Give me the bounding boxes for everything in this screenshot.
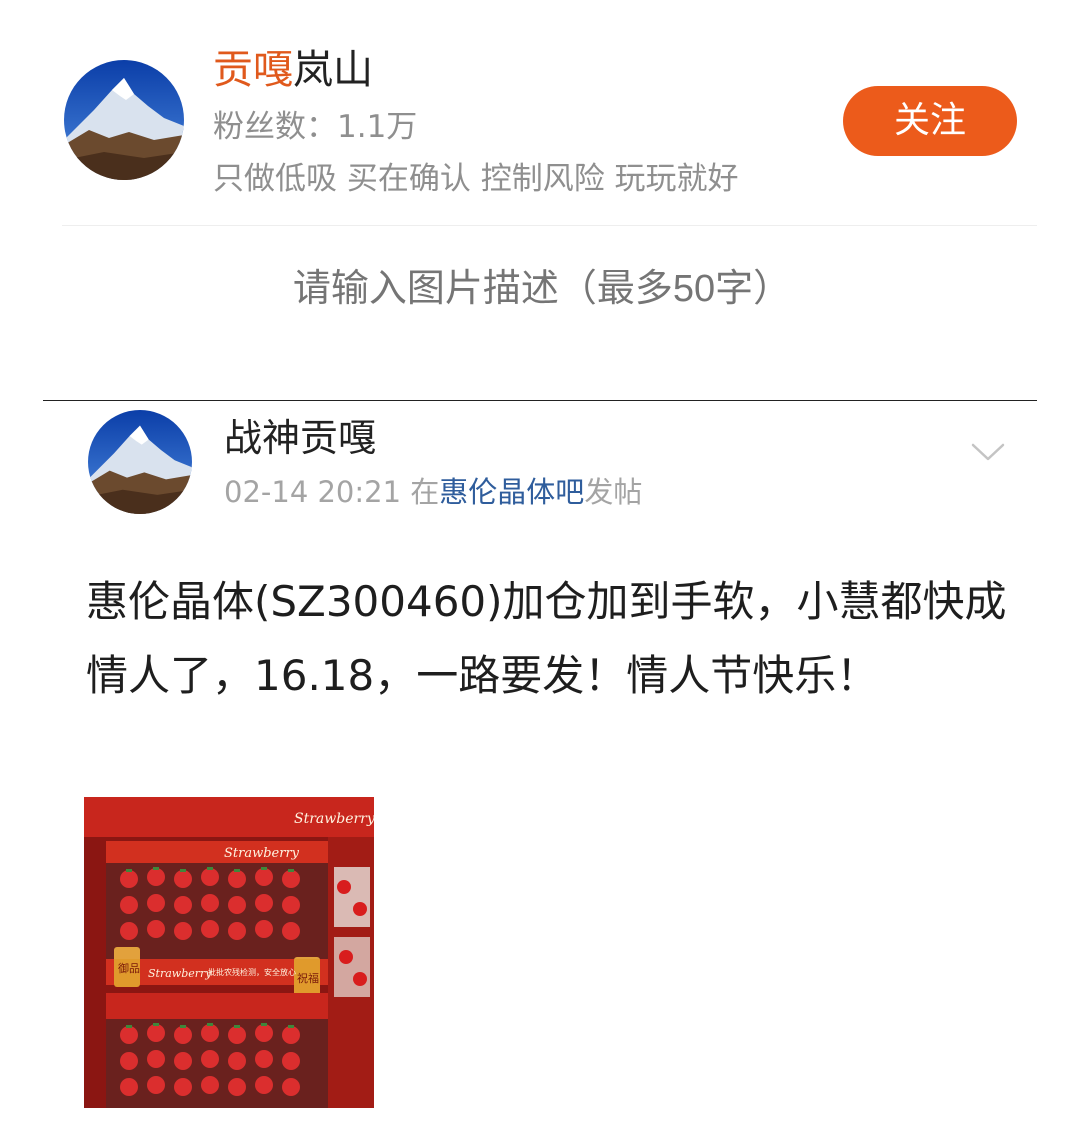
photo-label-top: Strawberry <box>294 811 374 827</box>
post-timestamp: 02-14 20:21 <box>224 475 402 509</box>
chevron-down-icon[interactable] <box>970 440 1006 464</box>
meta-suffix: 发帖 <box>584 475 643 509</box>
photo-tag-right: 祝福 <box>297 971 319 985</box>
post-author-avatar[interactable] <box>88 410 192 514</box>
strawberry-box-photo: Strawberry Strawberry 御品 祝福 Strawberry 批… <box>84 797 374 1108</box>
mountain-avatar-image <box>64 60 184 180</box>
post-author-name[interactable]: 战神贡嘎 <box>224 414 376 462</box>
photo-tag-left: 御品 <box>118 961 140 975</box>
image-description-input[interactable] <box>150 258 934 320</box>
photo-label-mid: Strawberry <box>224 846 300 861</box>
profile-name[interactable]: 贡嘎岚山 <box>213 44 373 96</box>
follow-button[interactable]: 关注 <box>843 86 1017 156</box>
mountain-avatar-image <box>88 410 192 514</box>
profile-bio: 只做低吸 买在确认 控制风险 玩玩就好 <box>213 161 739 197</box>
photo-label-bottom: Strawberry <box>148 967 212 980</box>
profile-name-highlight: 贡嘎 <box>213 47 293 93</box>
post-meta: 02-14 20:21 在惠伦晶体吧发帖 <box>224 472 642 512</box>
photo-slogan: 批批农残检测，安全放心 <box>208 967 296 977</box>
post-body: 惠伦晶体(SZ300460)加仓加到手软，小慧都快成情人了，16.18，一路要发… <box>86 577 1007 700</box>
forum-link[interactable]: 惠伦晶体吧 <box>439 475 584 509</box>
fan-count: 粉丝数：1.1万 <box>213 109 418 145</box>
profile-avatar[interactable] <box>64 60 184 180</box>
divider <box>43 400 1037 401</box>
profile-name-rest: 岚山 <box>293 47 373 93</box>
meta-prefix: 在 <box>410 475 440 509</box>
post-image[interactable]: Strawberry Strawberry 御品 祝福 Strawberry 批… <box>84 797 374 1108</box>
divider <box>62 225 1037 226</box>
